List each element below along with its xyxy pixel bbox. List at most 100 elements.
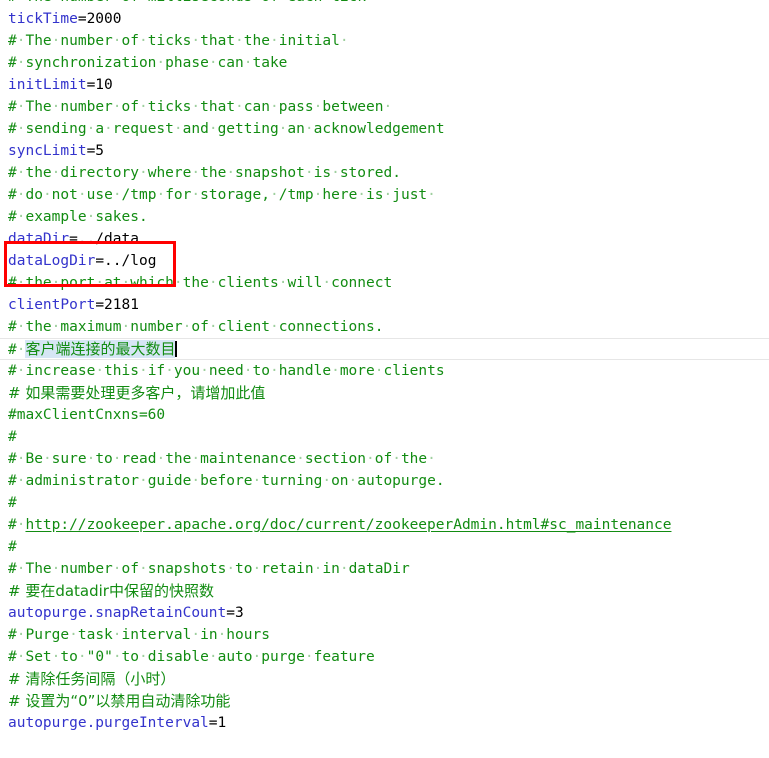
code-line[interactable]: #·The·number·of·ticks·that·can·pass·betw…	[0, 96, 769, 118]
code-line[interactable]: #·The·number·of·snapshots·to·retain·in·d…	[0, 558, 769, 580]
code-line[interactable]: #·Be·sure·to·read·the·maintenance·sectio…	[0, 448, 769, 470]
whitespace-dot: ·	[139, 649, 148, 665]
whitespace-dot: ·	[191, 451, 201, 467]
code-line[interactable]: #maxClientCnxns=60	[0, 404, 769, 426]
comment-text: #·example·sakes.	[8, 209, 148, 225]
comment-text: # 如果需要处理更多客户，请增加此值	[8, 384, 266, 402]
code-line[interactable]: autopurge.snapRetainCount=3	[0, 602, 769, 624]
code-line[interactable]: clientPort=2181	[0, 294, 769, 316]
property-key: initLimit	[8, 77, 87, 93]
code-line[interactable]: #·administrator·guide·before·turning·on·…	[0, 470, 769, 492]
whitespace-dot: ·	[217, 627, 227, 643]
whitespace-dot: ·	[235, 33, 244, 49]
code-line[interactable]: # 要在datadir中保留的快照数	[0, 580, 769, 602]
code-line[interactable]: #·The·number·of·ticks·that·the·initial·	[0, 30, 769, 52]
whitespace-dot: ·	[165, 363, 174, 379]
code-line[interactable]: #·the·maximum·number·of·client·connectio…	[0, 316, 769, 338]
code-line[interactable]: #	[0, 426, 769, 448]
comment-text: # 设置为“0”以禁用自动清除功能	[8, 692, 231, 710]
whitespace-dot: ·	[77, 187, 87, 203]
whitespace-dot: ·	[366, 451, 375, 467]
whitespace-dot: ·	[138, 473, 148, 489]
whitespace-dot: ·	[304, 165, 314, 181]
whitespace-dot: ·	[139, 99, 148, 115]
property-key: syncLimit	[8, 143, 87, 159]
whitespace-dot: ·	[331, 363, 340, 379]
comment-text: #·the·maximum·number·of·client·connectio…	[8, 319, 384, 335]
code-line[interactable]: #·Purge·task·interval·in·hours	[0, 624, 769, 646]
code-line[interactable]: initLimit=10	[0, 74, 769, 96]
code-line[interactable]: #·synchronization·phase·can·take	[0, 52, 769, 74]
comment-text: #·The·number·of·milliseconds·of·each·tic…	[8, 0, 366, 5]
code-content[interactable]: #·The·number·of·milliseconds·of·each·tic…	[0, 0, 769, 734]
code-line[interactable]: tickTime=2000	[0, 8, 769, 30]
selected-comment-text: 客户端连接的最大数目	[25, 340, 176, 358]
zookeeper-admin-doc-link[interactable]: http://zookeeper.apache.org/doc/current/…	[25, 517, 671, 533]
whitespace-dot: ·	[339, 561, 349, 577]
code-line[interactable]: #	[0, 492, 769, 514]
whitespace-dot: ·	[269, 187, 279, 203]
whitespace-dot: ·	[243, 363, 253, 379]
whitespace-dot: ·	[253, 0, 262, 5]
whitespace-dot: ·	[296, 451, 305, 467]
text-editor-pane[interactable]: #·The·number·of·milliseconds·of·each·tic…	[0, 0, 769, 758]
code-line[interactable]: #·Set·to·"0"·to·disable·auto·purge·featu…	[0, 646, 769, 668]
code-line[interactable]: autopurge.purgeInterval=1	[0, 712, 769, 734]
property-key: dataLogDir	[8, 253, 96, 269]
whitespace-dot: ·	[269, 33, 279, 49]
comment-text: #·The·number·of·ticks·that·the·initial·	[8, 33, 349, 49]
whitespace-dot: ·	[208, 55, 218, 71]
whitespace-dot: ·	[191, 33, 201, 49]
whitespace-dot: ·	[191, 473, 201, 489]
comment-text: #·The·number·of·snapshots·to·retain·in·d…	[8, 561, 410, 577]
whitespace-dot: ·	[69, 627, 78, 643]
comment-text: #·Set·to·"0"·to·disable·auto·purge·featu…	[8, 649, 375, 665]
comment-text: #·the·port·at·which·the·clients·will·con…	[8, 275, 393, 291]
whitespace-dot: ·	[208, 649, 218, 665]
property-key: autopurge.snapRetainCount	[8, 605, 227, 621]
whitespace-dot: ·	[191, 165, 201, 181]
whitespace-dot: ·	[252, 561, 262, 577]
whitespace-dot: ·	[322, 0, 331, 5]
code-line-datalogdir[interactable]: dataLogDir=../log	[0, 250, 769, 272]
code-line-link[interactable]: #·http://zookeeper.apache.org/doc/curren…	[0, 514, 769, 536]
whitespace-dot: ·	[269, 319, 279, 335]
comment-hash: #	[8, 342, 17, 358]
code-line[interactable]: #·sending·a·request·and·getting·an·ackno…	[0, 118, 769, 140]
comment-text: #	[8, 429, 17, 445]
property-value: =3	[226, 605, 244, 621]
code-line[interactable]: # 如果需要处理更多客户，请增加此值	[0, 382, 769, 404]
code-line[interactable]: # 设置为“0”以禁用自动清除功能	[0, 690, 769, 712]
comment-prefix: #·	[8, 517, 26, 533]
whitespace-dot: ·	[156, 55, 166, 71]
code-line[interactable]: # 清除任务间隔（小时）	[0, 668, 769, 690]
comment-text: # 清除任务间隔（小时）	[8, 670, 176, 688]
whitespace-dot: ·	[322, 473, 332, 489]
whitespace-dot: ·	[269, 363, 279, 379]
property-key: clientPort	[8, 297, 96, 313]
code-line[interactable]: #	[0, 536, 769, 558]
whitespace-dot: ·	[42, 451, 52, 467]
whitespace-dot: ·	[304, 121, 314, 137]
whitespace-dot: ·	[121, 319, 131, 335]
whitespace-dot: ·	[95, 363, 105, 379]
code-line[interactable]: #·The·number·of·milliseconds·of·each·tic…	[0, 0, 769, 8]
whitespace-dot: ·	[112, 451, 122, 467]
property-value: =2000	[77, 11, 122, 27]
whitespace-dot: ·	[138, 363, 148, 379]
code-line[interactable]: #·do·not·use·/tmp·for·storage,·/tmp·here…	[0, 184, 769, 206]
code-line[interactable]: #·increase·this·if·you·need·to·handle·mo…	[0, 360, 769, 382]
comment-text: #·administrator·guide·before·turning·on·…	[8, 473, 445, 489]
whitespace-dot: ·	[139, 0, 148, 5]
whitespace-dot: ·	[77, 649, 87, 665]
code-line[interactable]: #·the·port·at·which·the·clients·will·con…	[0, 272, 769, 294]
comment-text: #·The·number·of·ticks·that·can·pass·betw…	[8, 99, 393, 115]
whitespace-dot: ·	[112, 561, 122, 577]
code-line[interactable]: #·example·sakes.	[0, 206, 769, 228]
code-line-current[interactable]: #·客户端连接的最大数目	[0, 338, 769, 360]
comment-text: #	[8, 495, 17, 511]
code-line[interactable]: syncLimit=5	[0, 140, 769, 162]
code-line[interactable]: #·the·directory·where·the·snapshot·is·st…	[0, 162, 769, 184]
code-line-datadir[interactable]: dataDir=../data	[0, 228, 769, 250]
comment-text: #·increase·this·if·you·need·to·handle·mo…	[8, 363, 445, 379]
